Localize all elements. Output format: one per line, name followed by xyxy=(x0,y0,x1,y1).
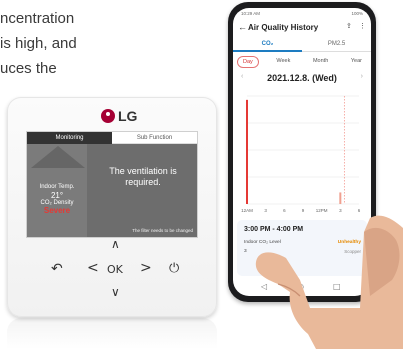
date-navigator: ‹ 2021.12.8. (Wed) › xyxy=(233,72,371,86)
indoor-temp-value: 21° xyxy=(50,191,64,200)
share-icon[interactable]: ⇪ xyxy=(346,22,352,30)
status-values: Indoor Temp. 21° CO₂ Density Severe xyxy=(27,184,87,215)
controller-reflection xyxy=(7,318,217,349)
co2-status: Severe xyxy=(43,206,71,215)
house-icon xyxy=(31,146,85,168)
period-day[interactable]: Day xyxy=(237,56,259,68)
lg-logo-icon xyxy=(101,109,115,123)
lg-logo: LG xyxy=(101,108,137,124)
period-selector: Day Week Month Year xyxy=(237,56,367,68)
more-icon[interactable]: ⋮ xyxy=(359,22,366,30)
lg-logo-text: LG xyxy=(118,108,138,124)
back-arrow-icon[interactable]: ← xyxy=(238,22,247,32)
controller-screen: Monitoring Sub Function Indoor Temp. 21°… xyxy=(26,131,198,238)
status-panel: Indoor Temp. 21° CO₂ Density Severe xyxy=(27,144,87,237)
message-panel: The ventilation is required. The filter … xyxy=(87,144,197,237)
next-date-icon[interactable]: › xyxy=(361,73,363,80)
ok-button[interactable]: OK xyxy=(107,263,123,276)
tab-pm25[interactable]: PM2.5 xyxy=(302,38,371,52)
back-button[interactable]: ↶ xyxy=(51,261,63,277)
controller-screen-body: Indoor Temp. 21° CO₂ Density Severe The … xyxy=(27,144,197,237)
detail-value: 3 xyxy=(244,249,247,254)
status-time: 10:29 AM xyxy=(241,11,261,16)
ventilation-message: The ventilation is required. xyxy=(109,166,177,187)
up-button[interactable]: ∧ xyxy=(111,237,120,251)
period-year[interactable]: Year xyxy=(346,56,367,68)
background-text-line: uces the xyxy=(0,60,57,77)
left-button[interactable]: < xyxy=(87,260,99,276)
right-button[interactable]: > xyxy=(140,260,152,276)
background-text-line: is high, and xyxy=(0,35,77,52)
page-title: Air Quality History xyxy=(248,23,319,32)
chart-bar[interactable] xyxy=(246,99,248,204)
selected-date: 2021.12.8. (Wed) xyxy=(267,73,337,83)
filter-note: The filter needs to be changed xyxy=(132,228,193,233)
background-text-line: ncentration xyxy=(0,10,75,27)
down-button[interactable]: ∨ xyxy=(111,285,120,299)
wall-controller: LG Monitoring Sub Function Indoor Temp. … xyxy=(7,97,217,317)
app-header: ← Air Quality History ⇪ ⋮ xyxy=(233,18,371,36)
tab-co2[interactable]: CO₂ xyxy=(233,38,302,52)
pollutant-tabs: CO₂ PM2.5 xyxy=(233,38,371,52)
tab-monitoring[interactable]: Monitoring xyxy=(27,132,112,144)
controller-tabs: Monitoring Sub Function xyxy=(27,132,197,144)
status-bar: 10:29 AM 100% xyxy=(233,8,371,18)
period-month[interactable]: Month xyxy=(308,56,333,68)
period-week[interactable]: Week xyxy=(271,56,295,68)
indoor-temp-label: Indoor Temp. xyxy=(39,184,75,190)
battery-status: 100% xyxy=(351,11,363,16)
hand-illustration xyxy=(255,215,403,349)
power-button[interactable]: ⏻ xyxy=(169,261,179,276)
tab-sub-function[interactable]: Sub Function xyxy=(112,132,197,144)
